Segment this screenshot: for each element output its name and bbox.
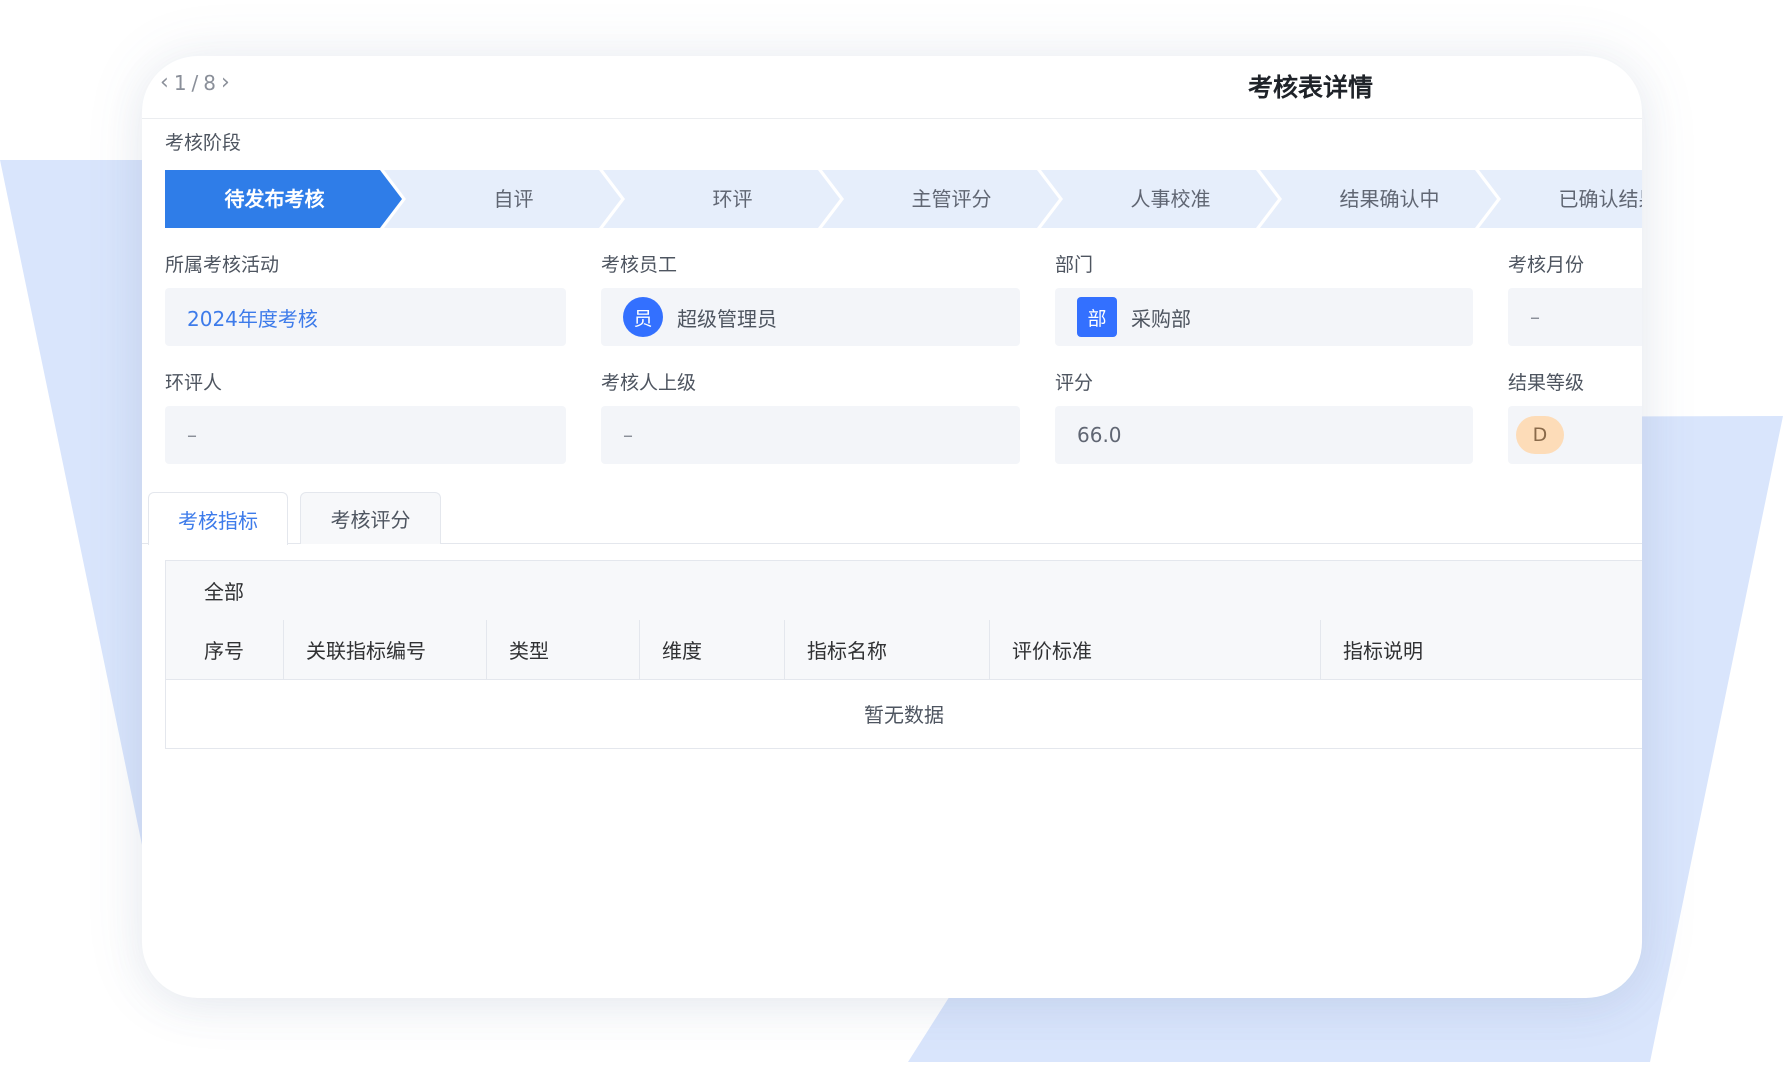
tab-scoring[interactable]: 考核评分 [300, 492, 441, 544]
activity-value[interactable]: 2024年度考核 [187, 303, 318, 332]
score-label: 评分 [1055, 372, 1094, 394]
employee-field: 员 超级管理员 [601, 288, 1020, 346]
stage-step-7[interactable]: 已确认结果 [1479, 170, 1642, 228]
month-field: – [1508, 288, 1642, 346]
stage-step-label: 人事校准 [1131, 187, 1211, 211]
stage-steps-svg: 待发布考核 自评 环评 主管评分 人事校准 结果确认中 已确认结果 [165, 170, 1642, 228]
employee-value: 超级管理员 [677, 306, 777, 331]
department-label: 部门 [1055, 254, 1094, 276]
column-header-type: 类型 [486, 620, 639, 679]
filter-all[interactable]: 全部 [204, 576, 244, 605]
department-value: 采购部 [1131, 306, 1191, 331]
column-header-index: 序号 [204, 639, 244, 663]
table-filter-row[interactable]: 全部 [166, 561, 1642, 621]
stage-step-label: 自评 [494, 187, 534, 211]
grade-label: 结果等级 [1508, 372, 1585, 394]
stage-label: 考核阶段 [165, 132, 242, 154]
employee-avatar: 员 [623, 297, 663, 337]
chevron-right-icon[interactable]: › [221, 70, 231, 95]
column-header-description: 指标说明 [1320, 620, 1642, 679]
score-field: 66.0 [1055, 406, 1473, 464]
stage-step-1[interactable]: 待发布考核 [165, 170, 402, 228]
column-header-dimension: 维度 [639, 620, 784, 679]
stage-step-4[interactable]: 主管评分 [822, 170, 1059, 228]
stage-step-label: 环评 [713, 187, 753, 211]
reviewer-label: 环评人 [165, 372, 223, 394]
reviewer-field: – [165, 406, 566, 464]
employee-label: 考核员工 [601, 254, 678, 276]
reviewer-value: – [187, 423, 197, 447]
stage-step-2[interactable]: 自评 [384, 170, 621, 228]
pager-total: 8 [203, 70, 218, 95]
month-label: 考核月份 [1508, 254, 1585, 276]
activity-field[interactable]: 2024年度考核 [165, 288, 566, 346]
stage-step-label: 待发布考核 [225, 187, 325, 211]
column-header-indicator-code: 关联指标编号 [283, 620, 486, 679]
department-field: 部 采购部 [1055, 288, 1473, 346]
superior-label: 考核人上级 [601, 372, 697, 394]
activity-label: 所属考核活动 [165, 254, 280, 276]
detail-card: ‹ 1 / 8 › 考核表详情 考核阶段 待发布考核 自评 环评 主管评分 人事校准 结果… [142, 56, 1642, 998]
tab-indicators[interactable]: 考核指标 [148, 492, 288, 545]
stage-step-label: 已确认结果 [1559, 187, 1643, 211]
score-value: 66.0 [1077, 423, 1122, 447]
stage-step-label: 主管评分 [912, 187, 992, 211]
stage-step-label: 结果确认中 [1340, 187, 1440, 211]
stage-step-6[interactable]: 结果确认中 [1260, 170, 1497, 228]
page-title: 考核表详情 [1248, 73, 1374, 102]
stage-step-5[interactable]: 人事校准 [1041, 170, 1278, 228]
table-header: 序号 关联指标编号 类型 维度 指标名称 评价标准 指标说明 [166, 620, 1642, 680]
pager-current: 1 [173, 70, 188, 95]
grade-badge: D [1516, 416, 1564, 454]
department-avatar: 部 [1077, 297, 1117, 337]
superior-value: – [623, 423, 633, 447]
pager: ‹ 1 / 8 › [160, 70, 231, 95]
column-header-criteria: 评价标准 [989, 620, 1320, 679]
indicator-table: 全部 序号 关联指标编号 类型 维度 指标名称 评价标准 指标说明 暂无数据 [165, 560, 1642, 749]
column-header-indicator-name: 指标名称 [784, 620, 989, 679]
month-value: – [1530, 305, 1540, 329]
stage-steps: 待发布考核 自评 环评 主管评分 人事校准 结果确认中 已确认结果 [165, 170, 1642, 228]
header: ‹ 1 / 8 › 考核表详情 [142, 56, 1642, 119]
pager-separator: / [191, 70, 200, 95]
stage-step-3[interactable]: 环评 [603, 170, 840, 228]
grade-field: D [1508, 406, 1642, 464]
superior-field: – [601, 406, 1020, 464]
table-empty-state: 暂无数据 [864, 703, 944, 727]
chevron-left-icon[interactable]: ‹ [160, 70, 170, 95]
